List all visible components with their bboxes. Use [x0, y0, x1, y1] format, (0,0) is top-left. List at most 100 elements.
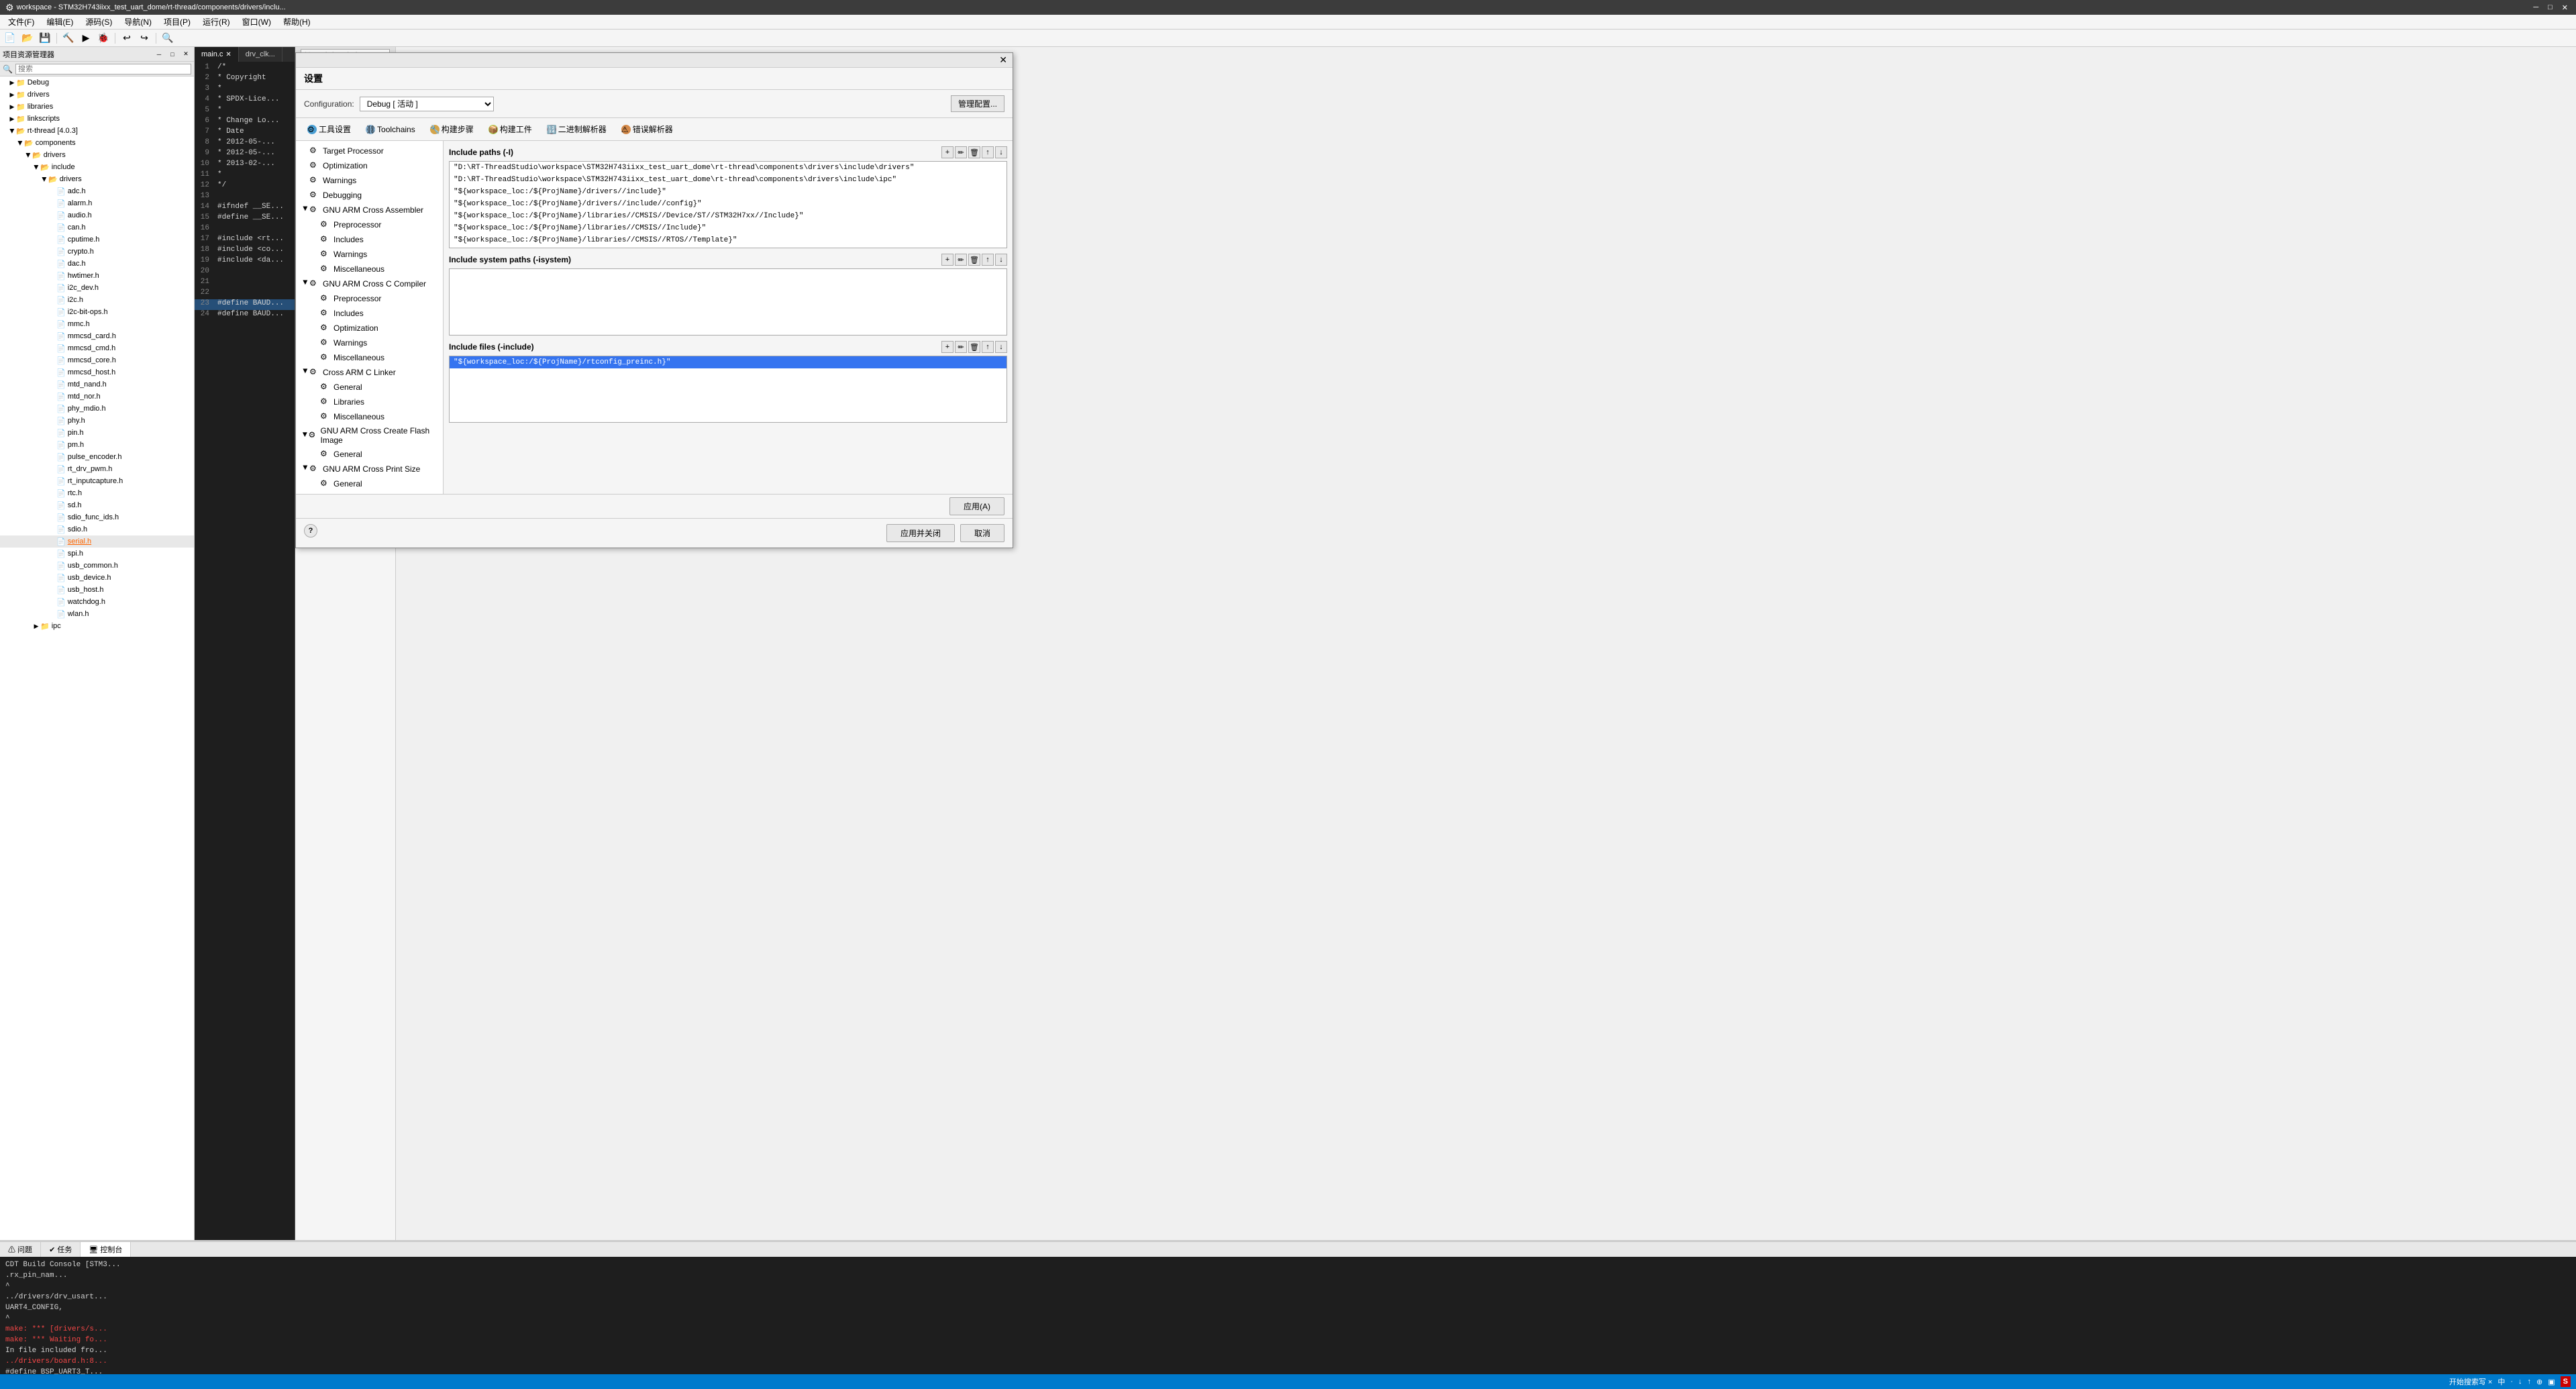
stree-linker-libs[interactable]: ⚙ Libraries — [296, 395, 443, 409]
move-down-include-file-btn[interactable]: ↓ — [995, 341, 1007, 353]
maximize-panel-btn[interactable]: □ — [167, 49, 178, 60]
delete-include-path-btn[interactable]: 🗑 — [968, 146, 980, 158]
tree-item-crypto-h[interactable]: 📄 crypto.h — [0, 246, 194, 258]
delete-include-file-btn[interactable]: 🗑 — [968, 341, 980, 353]
stree-c-linker[interactable]: ▶ ⚙ Cross ARM C Linker — [296, 365, 443, 380]
tree-item-cputime-h[interactable]: 📄 cputime.h — [0, 234, 194, 246]
stree-debugging[interactable]: ⚙ Debugging — [296, 188, 443, 203]
stree-assembler-preprocessor[interactable]: ⚙ Preprocessor — [296, 217, 443, 232]
stree-cc-warnings[interactable]: ⚙ Warnings — [296, 336, 443, 350]
stree-cc-misc[interactable]: ⚙ Miscellaneous — [296, 350, 443, 365]
stree-linker-general[interactable]: ⚙ General — [296, 380, 443, 395]
tree-item-spi-h[interactable]: 📄 spi.h — [0, 548, 194, 560]
tab-tasks[interactable]: ✔ 任务 — [41, 1242, 81, 1257]
stree-flash-general[interactable]: ⚙ General — [296, 447, 443, 462]
apply-close-btn[interactable]: 应用并关闭 — [886, 524, 955, 542]
move-up-include-file-btn[interactable]: ↑ — [982, 341, 994, 353]
stree-assembler-warnings[interactable]: ⚙ Warnings — [296, 247, 443, 262]
tree-item-hwtimer-h[interactable]: 📄 hwtimer.h — [0, 270, 194, 282]
include-path-item-1[interactable]: "D:\RT-ThreadStudio\workspace\STM32H743i… — [450, 174, 1007, 186]
manage-config-button[interactable]: 管理配置... — [951, 95, 1004, 112]
stree-gnu-arm-c-compiler[interactable]: ▶ ⚙ GNU ARM Cross C Compiler — [296, 276, 443, 291]
move-up-include-path-btn[interactable]: ↑ — [982, 146, 994, 158]
debug-btn[interactable]: 🐞 — [96, 32, 111, 45]
tree-item-drivers-root[interactable]: ▶ 📁 drivers — [0, 89, 194, 101]
tree-item-sdio-func-h[interactable]: 📄 sdio_func_ids.h — [0, 511, 194, 523]
tree-item-phy-mdio-h[interactable]: 📄 phy_mdio.h — [0, 403, 194, 415]
tab-close-main-c[interactable]: ✕ — [225, 51, 231, 58]
menu-project[interactable]: 项目(P) — [158, 15, 196, 29]
close-panel-btn[interactable]: ✕ — [181, 49, 191, 60]
stree-optimization[interactable]: ⚙ Optimization — [296, 158, 443, 173]
tree-item-i2c-h[interactable]: 📄 i2c.h — [0, 294, 194, 306]
undo-btn[interactable]: ↩ — [119, 32, 134, 45]
tree-item-debug[interactable]: ▶ 📁 Debug — [0, 76, 194, 89]
include-path-item-2[interactable]: "${workspace_loc:/${ProjName}/drivers//i… — [450, 186, 1007, 198]
save-btn[interactable]: 💾 — [38, 32, 52, 45]
tree-item-mtd-nand-h[interactable]: 📄 mtd_nand.h — [0, 378, 194, 391]
code-area[interactable]: 1 /* 2 * Copyright 3 * 4 * SPDX-Lice... … — [195, 62, 295, 1374]
stree-assembler-misc[interactable]: ⚙ Miscellaneous — [296, 262, 443, 276]
search-btn[interactable]: 🔍 — [160, 32, 175, 45]
stree-warnings[interactable]: ⚙ Warnings — [296, 173, 443, 188]
tree-item-sd-h[interactable]: 📄 sd.h — [0, 499, 194, 511]
menu-help[interactable]: 帮助(H) — [278, 15, 316, 29]
tree-item-usb-common-h[interactable]: 📄 usb_common.h — [0, 560, 194, 572]
edit-system-path-btn[interactable]: ✏ — [955, 254, 967, 266]
tab-tool-settings[interactable]: ⚙ 工具设置 — [301, 121, 357, 138]
redo-btn[interactable]: ↪ — [137, 32, 152, 45]
tab-binary-parser[interactable]: 🔢 二进制解析器 — [541, 121, 613, 138]
include-path-item-5[interactable]: "${workspace_loc:/${ProjName}/libraries/… — [450, 222, 1007, 234]
tree-item-sdio-h[interactable]: 📄 sdio.h — [0, 523, 194, 535]
close-btn[interactable]: ✕ — [2559, 3, 2571, 12]
tree-item-pm-h[interactable]: 📄 pm.h — [0, 439, 194, 451]
build-btn[interactable]: 🔨 — [61, 32, 76, 45]
tree-item-usb-host-h[interactable]: 📄 usb_host.h — [0, 584, 194, 596]
stree-cc-includes[interactable]: ⚙ Includes — [296, 306, 443, 321]
cancel-btn[interactable]: 取消 — [960, 524, 1004, 542]
include-system-list[interactable] — [449, 268, 1007, 336]
tree-item-usb-device-h[interactable]: 📄 usb_device.h — [0, 572, 194, 584]
stree-cc-preprocessor[interactable]: ⚙ Preprocessor — [296, 291, 443, 306]
tree-item-rt-thread[interactable]: ▶ 📂 rt-thread [4.0.3] — [0, 125, 194, 137]
include-paths-list[interactable]: "D:\RT-ThreadStudio\workspace\STM32H743i… — [449, 161, 1007, 248]
include-path-item-0[interactable]: "D:\RT-ThreadStudio\workspace\STM32H743i… — [450, 162, 1007, 174]
tree-item-pin-h[interactable]: 📄 pin.h — [0, 427, 194, 439]
help-btn[interactable]: ? — [304, 524, 317, 537]
include-path-item-3[interactable]: "${workspace_loc:/${ProjName}/drivers//i… — [450, 198, 1007, 210]
tree-item-mmcsd-card-h[interactable]: 📄 mmcsd_card.h — [0, 330, 194, 342]
include-path-item-7[interactable]: "${workspace_loc:/${ProjName}/libraries/… — [450, 246, 1007, 248]
tree-item-mmcsd-host-h[interactable]: 📄 mmcsd_host.h — [0, 366, 194, 378]
tree-item-mmc-h[interactable]: 📄 mmc.h — [0, 318, 194, 330]
tab-error-parser[interactable]: ⚠ 错误解析器 — [615, 121, 679, 138]
include-path-item-4[interactable]: "${workspace_loc:/${ProjName}/libraries/… — [450, 210, 1007, 222]
menu-run[interactable]: 运行(R) — [197, 15, 236, 29]
tree-item-i2c-bit-h[interactable]: 📄 i2c-bit-ops.h — [0, 306, 194, 318]
new-btn[interactable]: 📄 — [3, 32, 17, 45]
tree-item-mmcsd-cmd-h[interactable]: 📄 mmcsd_cmd.h — [0, 342, 194, 354]
tab-console[interactable]: 🖥 控制台 — [81, 1242, 131, 1257]
tree-item-rt-inputcapture-h[interactable]: 📄 rt_inputcapture.h — [0, 475, 194, 487]
stree-flash-image[interactable]: ▶ ⚙ GNU ARM Cross Create Flash Image — [296, 424, 443, 447]
tree-item-pulse-encoder-h[interactable]: 📄 pulse_encoder.h — [0, 451, 194, 463]
delete-system-path-btn[interactable]: 🗑 — [968, 254, 980, 266]
move-up-system-path-btn[interactable]: ↑ — [982, 254, 994, 266]
tree-item-i2c-dev-h[interactable]: 📄 i2c_dev.h — [0, 282, 194, 294]
tree-item-watchdog-h[interactable]: 📄 watchdog.h — [0, 596, 194, 608]
tree-item-drivers-l5[interactable]: ▶ 📂 drivers — [0, 173, 194, 185]
tree-item-ipc[interactable]: ▶ 📁 ipc — [0, 620, 194, 632]
tab-toolchains[interactable]: ⛓ Toolchains — [360, 122, 421, 137]
tree-item-rt-drv-pwm-h[interactable]: 📄 rt_drv_pwm.h — [0, 463, 194, 475]
menu-window[interactable]: 窗口(W) — [237, 15, 276, 29]
stree-target-processor[interactable]: ⚙ Target Processor — [296, 144, 443, 158]
search-input[interactable] — [15, 64, 191, 74]
tree-item-phy-h[interactable]: 📄 phy.h — [0, 415, 194, 427]
apply-only-btn[interactable]: 应用(A) — [949, 497, 1004, 515]
tree-item-include[interactable]: ▶ 📂 include — [0, 161, 194, 173]
tree-item-serial-h[interactable]: 📄 serial.h — [0, 535, 194, 548]
console-area[interactable]: CDT Build Console [STM3... .rx_pin_nam..… — [0, 1257, 2576, 1374]
tree-item-dac-h[interactable]: 📄 dac.h — [0, 258, 194, 270]
tree-item-libraries[interactable]: ▶ 📁 libraries — [0, 101, 194, 113]
stree-gnu-arm-assembler[interactable]: ▶ ⚙ GNU ARM Cross Assembler — [296, 203, 443, 217]
open-btn[interactable]: 📂 — [20, 32, 35, 45]
